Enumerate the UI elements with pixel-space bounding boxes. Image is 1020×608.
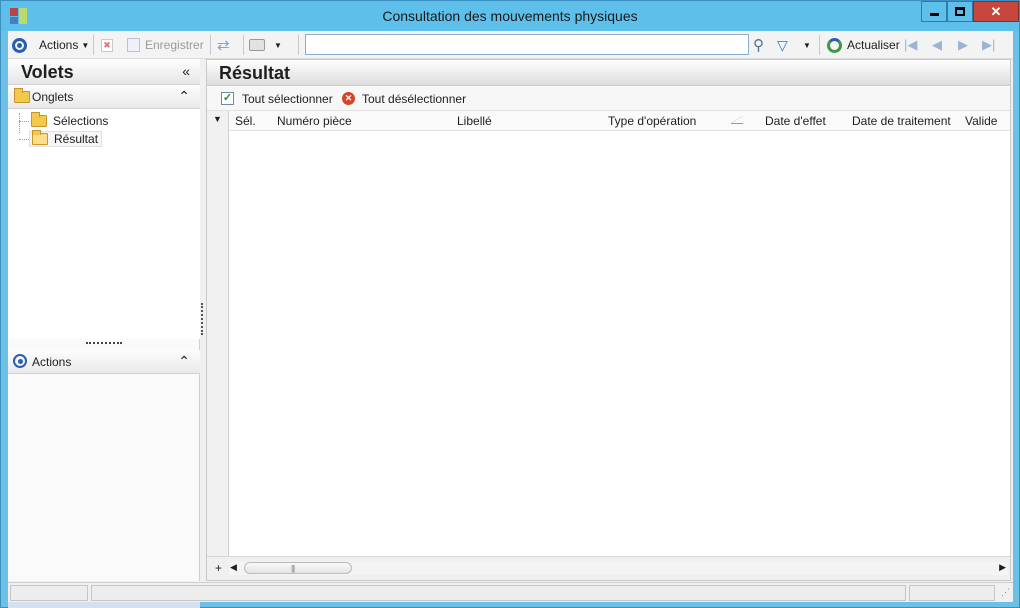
collapse-panel-icon[interactable]: «: [182, 63, 190, 79]
actions-menu-button[interactable]: Actions ▼: [39, 36, 89, 54]
volets-title: Volets: [21, 62, 74, 82]
last-record-icon[interactable]: ▶|: [982, 36, 995, 54]
onglets-header[interactable]: Onglets ⌃: [8, 85, 200, 109]
sort-indicator-icon: [731, 116, 743, 124]
column-header-valide[interactable]: Valide: [965, 114, 997, 128]
chevron-up-icon[interactable]: ⌃: [178, 353, 190, 370]
column-header-libelle[interactable]: Libellé: [457, 114, 492, 128]
next-record-icon[interactable]: ▶: [958, 36, 968, 54]
row-gutter: ▼: [207, 111, 229, 558]
tree-item-selections[interactable]: Sélections: [19, 112, 109, 129]
printer-icon: [249, 39, 265, 51]
search-box[interactable]: [305, 34, 749, 55]
toolbar: Actions ▼ ✖ Enregistrer ⇄ ▼ ⚲ ▽ ▼ Actuali…: [8, 31, 1013, 59]
folder-icon: [14, 88, 30, 103]
panel-splitter[interactable]: [201, 303, 203, 335]
splitter-grip[interactable]: [86, 342, 122, 344]
column-header-numero-piece[interactable]: Numéro pièce: [277, 114, 352, 128]
tree-item-label: Sélections: [53, 114, 109, 128]
checkbox-icon[interactable]: ✓: [221, 92, 234, 105]
maximize-button[interactable]: [947, 1, 973, 22]
result-grid: ▼ Sél. Numéro pièce Libellé Type d'opéra…: [207, 111, 1010, 558]
status-panel: [10, 585, 88, 601]
status-panel: [91, 585, 906, 601]
status-bar: ⋰: [8, 582, 1013, 602]
search-input[interactable]: [306, 35, 748, 54]
horizontal-scrollbar[interactable]: ◀ ||| ▶: [229, 562, 1008, 575]
chevron-down-icon: ▼: [81, 40, 90, 50]
application-window: Consultation des mouvements physiques ✕ …: [0, 0, 1020, 608]
title-bar[interactable]: Consultation des mouvements physiques ✕: [1, 1, 1019, 31]
folder-icon: [31, 112, 47, 127]
scroll-right-icon[interactable]: ▶: [999, 562, 1006, 573]
open-folder-icon: [32, 130, 48, 145]
column-header-date-traitement[interactable]: Date de traitement: [852, 114, 951, 128]
deselect-icon[interactable]: ✕: [342, 92, 355, 105]
select-all-button[interactable]: Tout sélectionner: [242, 92, 333, 106]
volets-header: Volets «: [8, 59, 200, 85]
save-icon: [127, 38, 140, 52]
result-panel: Résultat ✓ Tout sélectionner ✕ Tout désé…: [206, 59, 1011, 581]
selection-bar: ✓ Tout sélectionner ✕ Tout désélectionne…: [207, 87, 1010, 111]
volets-panel: Volets « Onglets ⌃ Sélections Résultat A…: [8, 59, 200, 608]
chevron-down-icon: ▼: [274, 40, 282, 50]
sync-icon[interactable]: ⇄: [217, 36, 230, 54]
minimize-icon: [929, 13, 939, 16]
save-button[interactable]: Enregistrer: [127, 36, 204, 54]
filter-dropdown-icon[interactable]: ▼: [803, 36, 811, 54]
column-header-date-effet[interactable]: Date d'effet: [765, 114, 826, 128]
minimize-button[interactable]: [921, 1, 947, 22]
result-header: Résultat: [207, 60, 1010, 86]
actions-header[interactable]: Actions ⌃: [8, 350, 200, 374]
tree-item-resultat[interactable]: Résultat: [19, 130, 103, 147]
add-row-icon[interactable]: +: [215, 561, 222, 575]
refresh-icon: [827, 37, 842, 53]
close-icon: ✕: [990, 3, 1002, 19]
delete-icon[interactable]: ✖: [101, 36, 113, 54]
actions-menu-label: Actions: [39, 38, 79, 52]
client-area: Actions ▼ ✖ Enregistrer ⇄ ▼ ⚲ ▽ ▼ Actuali…: [8, 31, 1013, 608]
grid-header: Sél. Numéro pièce Libellé Type d'opérati…: [229, 111, 1010, 131]
column-chooser-icon[interactable]: ▼: [213, 114, 222, 124]
refresh-button[interactable]: Actualiser: [827, 36, 900, 54]
actions-title: Actions: [32, 355, 72, 369]
onglets-title: Onglets: [32, 90, 74, 104]
chevron-up-icon[interactable]: ⌃: [178, 88, 190, 105]
tree-item-selected: Résultat: [29, 130, 103, 147]
actions-icon: [13, 354, 27, 368]
previous-record-icon[interactable]: ◀: [932, 36, 942, 54]
filter-icon[interactable]: ▽: [777, 36, 788, 54]
column-header-type-operation[interactable]: Type d'opération: [608, 114, 696, 128]
print-button[interactable]: ▼: [249, 36, 282, 54]
resize-grip-icon[interactable]: ⋰: [1001, 587, 1010, 598]
save-label: Enregistrer: [145, 38, 204, 52]
deselect-all-button[interactable]: Tout désélectionner: [362, 92, 466, 106]
search-icon[interactable]: ⚲: [753, 36, 764, 54]
status-panel: [909, 585, 995, 601]
close-button[interactable]: ✕: [973, 1, 1019, 22]
actions-menu-icon[interactable]: [12, 36, 27, 54]
grid-footer: + ◀ ||| ▶: [207, 556, 1010, 580]
tree-item-label: Résultat: [54, 132, 99, 146]
onglets-tree: Sélections Résultat: [8, 109, 200, 339]
refresh-label: Actualiser: [847, 38, 900, 52]
column-header-sel[interactable]: Sél.: [235, 114, 256, 128]
scroll-left-icon[interactable]: ◀: [230, 562, 237, 573]
scrollbar-thumb[interactable]: |||: [244, 562, 352, 574]
maximize-icon: [955, 7, 965, 16]
first-record-icon[interactable]: |◀: [904, 36, 917, 54]
result-title: Résultat: [219, 63, 291, 83]
window-title: Consultation des mouvements physiques: [382, 8, 638, 24]
